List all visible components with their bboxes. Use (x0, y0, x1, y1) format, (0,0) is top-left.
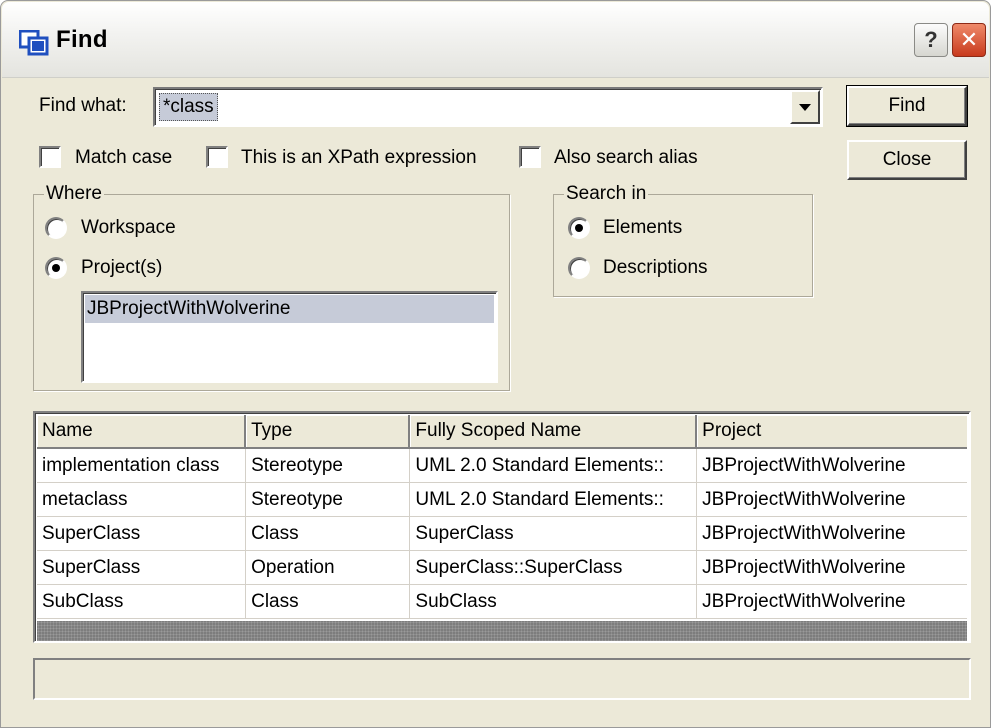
find-dialog: Find ? ✕ Find what: *class Find Close Ma… (0, 0, 991, 728)
search-in-group-title: Search in (564, 183, 649, 205)
find-button[interactable]: Find (846, 85, 968, 127)
column-header-name[interactable]: Name (37, 415, 247, 449)
close-icon: ✕ (959, 27, 979, 52)
table-row[interactable]: metaclass Stereotype UML 2.0 Standard El… (37, 483, 967, 517)
cell-scoped-name: SuperClass (410, 517, 698, 551)
close-button-label: Close (882, 149, 932, 170)
close-button[interactable]: Close (847, 140, 967, 180)
cell-type: Class (246, 517, 411, 551)
match-case-label: Match case (75, 147, 173, 168)
descriptions-label: Descriptions (603, 257, 708, 278)
cell-name: SuperClass (37, 517, 247, 551)
cell-scoped-name: UML 2.0 Standard Elements:: (410, 483, 698, 517)
descriptions-radio[interactable] (568, 257, 590, 279)
column-header-project[interactable]: Project (697, 415, 967, 449)
find-what-label: Find what: (39, 95, 127, 116)
cell-type: Stereotype (246, 483, 411, 517)
column-header-type[interactable]: Type (246, 415, 411, 449)
cell-type: Stereotype (246, 449, 411, 483)
project-list-item[interactable]: JBProjectWithWolverine (85, 295, 494, 323)
cell-scoped-name: SuperClass::SuperClass (410, 551, 698, 585)
results-table[interactable]: Name Type Fully Scoped Name Project impl… (33, 411, 971, 643)
help-button[interactable]: ? (914, 23, 948, 57)
table-row[interactable]: SuperClass Class SuperClass JBProjectWit… (37, 517, 967, 551)
cell-scoped-name: SubClass (410, 585, 698, 619)
help-icon: ? (924, 27, 938, 52)
xpath-label: This is an XPath expression (241, 147, 477, 168)
cell-type: Operation (246, 551, 411, 585)
projects-radio[interactable] (45, 257, 67, 279)
table-row[interactable]: SuperClass Operation SuperClass::SuperCl… (37, 551, 967, 585)
cell-type: Class (246, 585, 411, 619)
workspace-label: Workspace (81, 217, 176, 238)
table-row[interactable]: implementation class Stereotype UML 2.0 … (37, 449, 967, 483)
where-group-title: Where (44, 183, 104, 205)
dialog-title: Find (56, 26, 108, 53)
search-alias-label: Also search alias (554, 147, 698, 168)
window-close-button[interactable]: ✕ (952, 23, 986, 57)
workspace-radio[interactable] (45, 217, 67, 239)
search-in-group: Search in (553, 183, 813, 297)
find-what-dropdown-button[interactable] (790, 90, 820, 124)
find-what-input[interactable]: *class (159, 93, 218, 121)
chevron-down-icon (799, 103, 811, 111)
title-bar[interactable]: Find ? ✕ (2, 2, 989, 78)
table-row[interactable]: SubClass Class SubClass JBProjectWithWol… (37, 585, 967, 619)
project-listbox[interactable]: JBProjectWithWolverine (81, 291, 498, 383)
cell-project: JBProjectWithWolverine (702, 489, 906, 510)
cell-name: metaclass (37, 483, 247, 517)
elements-label: Elements (603, 217, 683, 238)
cell-project: JBProjectWithWolverine (702, 523, 906, 544)
projects-label: Project(s) (81, 257, 163, 278)
search-alias-checkbox[interactable] (519, 146, 541, 168)
cell-project: JBProjectWithWolverine (702, 455, 906, 476)
results-body: implementation class Stereotype UML 2.0 … (37, 449, 967, 619)
column-header-fully-scoped-name[interactable]: Fully Scoped Name (410, 415, 698, 449)
cell-name: implementation class (37, 449, 247, 483)
results-header: Name Type Fully Scoped Name Project (37, 415, 967, 449)
cell-project: JBProjectWithWolverine (702, 591, 906, 612)
find-app-icon (19, 30, 49, 56)
cell-name: SubClass (37, 585, 247, 619)
cell-project: JBProjectWithWolverine (702, 557, 906, 578)
xpath-checkbox[interactable] (206, 146, 228, 168)
cell-name: SuperClass (37, 551, 247, 585)
elements-radio[interactable] (568, 217, 590, 239)
find-what-combobox[interactable]: *class (153, 87, 823, 127)
find-button-label: Find (888, 95, 926, 116)
match-case-checkbox[interactable] (39, 146, 61, 168)
cell-scoped-name: UML 2.0 Standard Elements:: (410, 449, 698, 483)
status-bar (33, 658, 971, 700)
results-footer-bar (37, 621, 967, 641)
